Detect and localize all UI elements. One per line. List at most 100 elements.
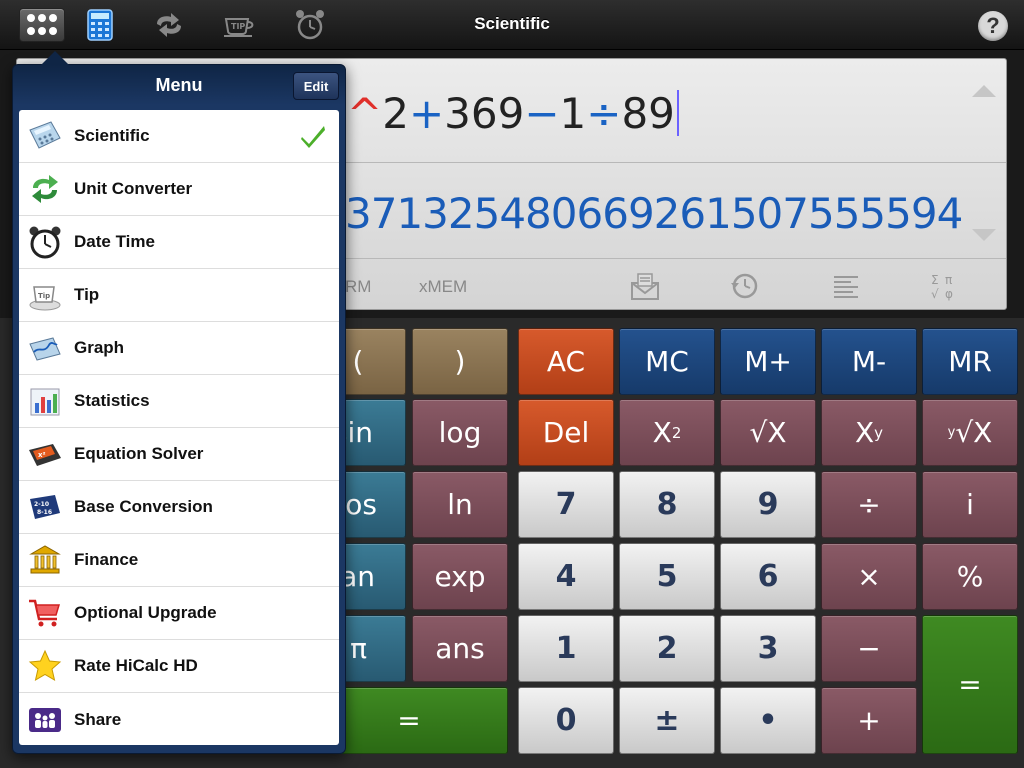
share-people-icon bbox=[29, 707, 61, 732]
key-add[interactable]: + bbox=[821, 687, 917, 754]
key-power[interactable]: Xy bbox=[821, 399, 917, 466]
menu-item-equation-solver[interactable]: x² Equation Solver bbox=[19, 428, 339, 481]
svg-text:√: √ bbox=[931, 287, 939, 301]
key-nth-root-index: y bbox=[947, 425, 956, 440]
key-7[interactable]: 7 bbox=[518, 471, 614, 538]
menu-item-label: Scientific bbox=[74, 126, 150, 145]
key-square[interactable]: X2 bbox=[619, 399, 715, 466]
menu-item-statistics[interactable]: Statistics bbox=[19, 375, 339, 428]
star-icon bbox=[28, 649, 62, 682]
key-multiply[interactable]: × bbox=[821, 543, 917, 610]
menu-item-tip[interactable]: Tip Tip bbox=[19, 269, 339, 322]
key-subtract[interactable]: − bbox=[821, 615, 917, 682]
key-log[interactable]: log bbox=[412, 399, 508, 466]
constants-icon: Σ π √ φ bbox=[931, 273, 953, 301]
checkmark-icon bbox=[301, 126, 325, 148]
key-square-exp: 2 bbox=[671, 423, 682, 442]
text-cursor bbox=[676, 90, 679, 136]
menu-popover: Menu Edit Scientific Unit Converter Date… bbox=[12, 51, 346, 754]
key-delete[interactable]: Del bbox=[518, 399, 614, 466]
menu-item-graph[interactable]: Graph bbox=[19, 322, 339, 375]
menu-item-rate-hicalc-hd[interactable]: Rate HiCalc HD bbox=[19, 640, 339, 693]
xmem-button[interactable]: xMEM bbox=[419, 277, 467, 297]
menu-item-label: Equation Solver bbox=[74, 444, 204, 463]
statistics-icon bbox=[30, 388, 60, 416]
equation-solver-icon: x² bbox=[29, 444, 61, 466]
svg-text:π: π bbox=[945, 273, 952, 287]
key-2[interactable]: 2 bbox=[619, 615, 715, 682]
key-ln[interactable]: ln bbox=[412, 471, 508, 538]
expression-part: 89 bbox=[621, 89, 675, 138]
email-button[interactable] bbox=[630, 271, 660, 301]
key-nth-root[interactable]: y √X bbox=[922, 399, 1018, 466]
key-4[interactable]: 4 bbox=[518, 543, 614, 610]
menu-item-label: Base Conversion bbox=[74, 497, 213, 516]
key-3[interactable]: 3 bbox=[720, 615, 816, 682]
menu-item-label: Finance bbox=[74, 550, 139, 569]
menu-list: Scientific Unit Converter Date Time Tip … bbox=[19, 110, 339, 745]
rm-button[interactable]: RM bbox=[345, 277, 371, 297]
format-icon bbox=[834, 276, 858, 298]
help-button[interactable]: ? bbox=[978, 11, 1008, 41]
key-percent[interactable]: % bbox=[922, 543, 1018, 610]
alarm-clock-icon bbox=[29, 226, 61, 259]
key-square-base: X bbox=[652, 416, 672, 449]
menu-item-date-time[interactable]: Date Time bbox=[19, 216, 339, 269]
menu-item-scientific[interactable]: Scientific bbox=[19, 110, 339, 163]
expression-part: 2 bbox=[382, 89, 409, 138]
menu-item-label: Date Time bbox=[74, 232, 155, 251]
shopping-cart-icon bbox=[29, 599, 61, 627]
key-memory-recall[interactable]: MR bbox=[922, 328, 1018, 395]
menu-item-optional-upgrade[interactable]: Optional Upgrade bbox=[19, 587, 339, 640]
expression-part: 1 bbox=[559, 89, 587, 138]
constants-button[interactable]: Σ π √ φ bbox=[930, 271, 960, 301]
calculator-icon bbox=[29, 121, 61, 149]
top-bar: TIP Scientific ? bbox=[0, 0, 1024, 50]
svg-text:8-16: 8-16 bbox=[37, 509, 52, 516]
key-8[interactable]: 8 bbox=[619, 471, 715, 538]
key-0[interactable]: 0 bbox=[518, 687, 614, 754]
result-value: 371325480669261507555594 bbox=[345, 189, 963, 238]
key-imaginary[interactable]: i bbox=[922, 471, 1018, 538]
key-memory-clear[interactable]: MC bbox=[619, 328, 715, 395]
popover-arrow bbox=[41, 51, 69, 65]
email-icon bbox=[631, 273, 659, 300]
key-paren-close[interactable]: ) bbox=[412, 328, 508, 395]
key-exp[interactable]: exp bbox=[412, 543, 508, 610]
expression-caret-op: ^ bbox=[347, 89, 383, 138]
key-memory-plus[interactable]: M+ bbox=[720, 328, 816, 395]
menu-item-label: Statistics bbox=[74, 391, 150, 410]
expression-op: ÷ bbox=[586, 89, 622, 138]
key-5[interactable]: 5 bbox=[619, 543, 715, 610]
key-plus-minus[interactable]: ± bbox=[619, 687, 715, 754]
key-equals[interactable]: = bbox=[922, 615, 1018, 754]
menu-item-base-conversion[interactable]: 2-10 8-16 Base Conversion bbox=[19, 481, 339, 534]
edit-button[interactable]: Edit bbox=[293, 72, 339, 100]
menu-item-label: Optional Upgrade bbox=[74, 603, 217, 622]
key-square-root[interactable]: √X bbox=[720, 399, 816, 466]
key-6[interactable]: 6 bbox=[720, 543, 816, 610]
key-memory-minus[interactable]: M- bbox=[821, 328, 917, 395]
convert-arrows-icon bbox=[32, 175, 58, 203]
svg-text:x²: x² bbox=[38, 451, 46, 459]
page-title: Scientific bbox=[474, 14, 550, 33]
menu-item-unit-converter[interactable]: Unit Converter bbox=[19, 163, 339, 216]
history-button[interactable] bbox=[729, 271, 759, 301]
format-button[interactable] bbox=[831, 271, 861, 301]
expression-input[interactable]: ^2+369−1÷89 bbox=[347, 89, 679, 138]
scroll-down-icon[interactable] bbox=[972, 229, 996, 241]
key-divide[interactable]: ÷ bbox=[821, 471, 917, 538]
key-ans[interactable]: ans bbox=[412, 615, 508, 682]
menu-item-finance[interactable]: Finance bbox=[19, 534, 339, 587]
key-all-clear[interactable]: AC bbox=[518, 328, 614, 395]
key-9[interactable]: 9 bbox=[720, 471, 816, 538]
graph-icon bbox=[29, 337, 61, 361]
key-1[interactable]: 1 bbox=[518, 615, 614, 682]
key-decimal[interactable]: • bbox=[720, 687, 816, 754]
menu-item-label: Unit Converter bbox=[74, 179, 193, 198]
base-conversion-icon: 2-10 8-16 bbox=[30, 495, 60, 519]
scroll-up-icon[interactable] bbox=[972, 85, 996, 97]
svg-text:Σ: Σ bbox=[931, 273, 939, 287]
menu-item-share[interactable]: Share bbox=[19, 693, 339, 745]
key-power-exp: y bbox=[874, 423, 884, 442]
